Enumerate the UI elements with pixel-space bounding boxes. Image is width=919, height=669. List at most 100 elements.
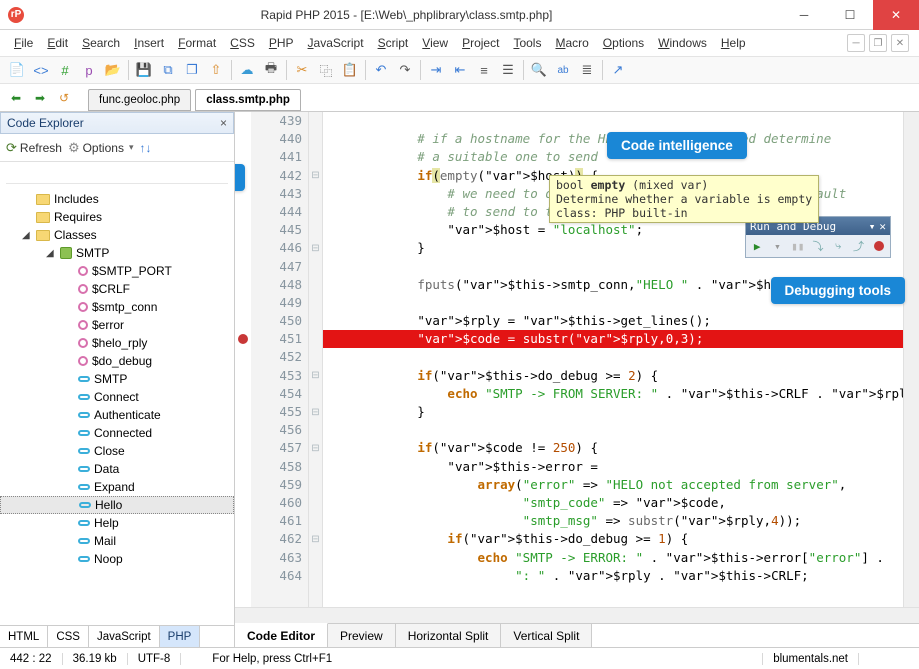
menubar-minimize-icon[interactable]: ─ [847, 34, 865, 52]
menu-javascript[interactable]: JavaScript [302, 34, 370, 52]
save-icon[interactable]: 💾 [133, 59, 155, 81]
tree-item-smtp[interactable]: ◢SMTP [0, 244, 234, 262]
tree-item-smtp_port[interactable]: $SMTP_PORT [0, 262, 234, 280]
tree-item-authenticate[interactable]: Authenticate [0, 406, 234, 424]
redo-icon[interactable]: ↷ [394, 59, 416, 81]
window-minimize-button[interactable]: ─ [781, 0, 827, 30]
save-all-icon[interactable]: ⧉ [157, 59, 179, 81]
menu-help[interactable]: Help [715, 34, 752, 52]
new-php-icon[interactable]: p [78, 59, 100, 81]
menu-script[interactable]: Script [372, 34, 415, 52]
debug-step-into-icon[interactable]: ⤷ [831, 238, 845, 254]
tree-item-crlf[interactable]: $CRLF [0, 280, 234, 298]
file-tab-0[interactable]: func.geoloc.php [88, 89, 191, 111]
debug-record-icon[interactable] [872, 238, 886, 254]
menu-php[interactable]: PHP [263, 34, 300, 52]
menubar-restore-icon[interactable]: ❐ [869, 34, 887, 52]
menu-edit[interactable]: Edit [41, 34, 74, 52]
menu-tools[interactable]: Tools [507, 34, 547, 52]
nav-forward-button[interactable]: ➡ [30, 89, 50, 107]
paste-icon[interactable]: 📋 [339, 59, 361, 81]
editor-scrollbar-vertical[interactable] [903, 112, 919, 607]
new-file-icon[interactable]: 📄 [6, 59, 28, 81]
tree-item-do_debug[interactable]: $do_debug [0, 352, 234, 370]
list-icon[interactable]: ☰ [497, 59, 519, 81]
debug-dropdown-icon[interactable]: ▾ [869, 220, 876, 233]
collapse-button[interactable]: ↑↓ [139, 141, 151, 155]
editor-tab-vertical-split[interactable]: Vertical Split [501, 624, 592, 647]
sidetab-html[interactable]: HTML [0, 626, 48, 647]
tree-item-noop[interactable]: Noop [0, 550, 234, 568]
tree-item-data[interactable]: Data [0, 460, 234, 478]
menu-search[interactable]: Search [76, 34, 126, 52]
tree-item-help[interactable]: Help [0, 514, 234, 532]
tree-item-requires[interactable]: Requires [0, 208, 234, 226]
menu-view[interactable]: View [416, 34, 454, 52]
tree-item-close[interactable]: Close [0, 442, 234, 460]
menu-macro[interactable]: Macro [549, 34, 594, 52]
tree-item-classes[interactable]: ◢Classes [0, 226, 234, 244]
refresh-button[interactable]: ⟳Refresh [6, 140, 62, 156]
menu-options[interactable]: Options [597, 34, 650, 52]
debug-close-icon[interactable]: ✕ [879, 220, 886, 233]
status-encoding[interactable]: UTF-8 [128, 653, 182, 665]
print-icon[interactable]: 🖶 [260, 59, 282, 81]
editor-tab-preview[interactable]: Preview [328, 624, 396, 647]
open-file-icon[interactable]: 📂 [102, 59, 124, 81]
menu-insert[interactable]: Insert [128, 34, 170, 52]
goto-icon[interactable]: ≣ [576, 59, 598, 81]
tree-item-connected[interactable]: Connected [0, 424, 234, 442]
editor-tab-code-editor[interactable]: Code Editor [235, 623, 328, 647]
copy2-icon[interactable]: ⿻ [315, 59, 337, 81]
tree-item-expand[interactable]: Expand [0, 478, 234, 496]
menu-format[interactable]: Format [172, 34, 222, 52]
editor-tab-horizontal-split[interactable]: Horizontal Split [396, 624, 502, 647]
nav-history-button[interactable]: ↺ [54, 89, 74, 107]
sidetab-javascript[interactable]: JavaScript [89, 626, 160, 647]
outdent-icon[interactable]: ⇤ [449, 59, 471, 81]
replace-icon[interactable]: ab [552, 59, 574, 81]
undo-icon[interactable]: ↶ [370, 59, 392, 81]
tree-item-helo_rply[interactable]: $helo_rply [0, 334, 234, 352]
indent-icon[interactable]: ⇥ [425, 59, 447, 81]
editor-scrollbar-horizontal[interactable] [235, 607, 919, 623]
sidetab-php[interactable]: PHP [160, 626, 201, 647]
tree-item-includes[interactable]: Includes [0, 190, 234, 208]
tree-item-connect[interactable]: Connect [0, 388, 234, 406]
menu-windows[interactable]: Windows [652, 34, 713, 52]
tree-item-mail[interactable]: Mail [0, 532, 234, 550]
tree-item-smtp[interactable]: SMTP [0, 370, 234, 388]
new-css-icon[interactable]: # [54, 59, 76, 81]
menu-project[interactable]: Project [456, 34, 505, 52]
code-explorer-tree[interactable]: IncludesRequires◢Classes◢SMTP$SMTP_PORT$… [0, 186, 234, 625]
file-tab-1[interactable]: class.smtp.php [195, 89, 301, 111]
debug-step-out-icon[interactable]: ⤴ [851, 238, 865, 254]
tree-item-error[interactable]: $error [0, 316, 234, 334]
menu-css[interactable]: CSS [224, 34, 261, 52]
debug-run-icon[interactable]: ▶ [750, 238, 764, 254]
status-site: blumentals.net [763, 653, 859, 665]
sidetab-css[interactable]: CSS [48, 626, 89, 647]
window-close-button[interactable]: ✕ [873, 0, 919, 30]
new-html-icon[interactable]: <> [30, 59, 52, 81]
find-icon[interactable]: 🔍 [528, 59, 550, 81]
tree-item-smtp_conn[interactable]: $smtp_conn [0, 298, 234, 316]
code-explorer-close-icon[interactable]: × [220, 116, 227, 130]
nav-back-button[interactable]: ⬅ [6, 89, 26, 107]
upload-icon[interactable]: ⇧ [205, 59, 227, 81]
options-button[interactable]: ⚙Options▾ [68, 140, 134, 156]
debug-step-over-icon[interactable]: ⤵ [811, 238, 825, 254]
debug-pause-icon[interactable]: ▮▮ [791, 238, 805, 254]
cut-icon[interactable]: ✂ [291, 59, 313, 81]
window-maximize-button[interactable]: ☐ [827, 0, 873, 30]
explorer-filter-input[interactable] [6, 164, 228, 184]
copy-icon[interactable]: ❐ [181, 59, 203, 81]
menu-file[interactable]: File [8, 34, 39, 52]
tree-item-hello[interactable]: Hello [0, 496, 234, 514]
callout-explorer: Code Explorer [235, 164, 245, 191]
run-icon[interactable]: ↗ [607, 59, 629, 81]
menubar-close-icon[interactable]: ✕ [891, 34, 909, 52]
format-icon[interactable]: ≡ [473, 59, 495, 81]
ftp-icon[interactable]: ☁ [236, 59, 258, 81]
code-editor[interactable]: bool empty (mixed var) Determine whether… [323, 112, 903, 607]
